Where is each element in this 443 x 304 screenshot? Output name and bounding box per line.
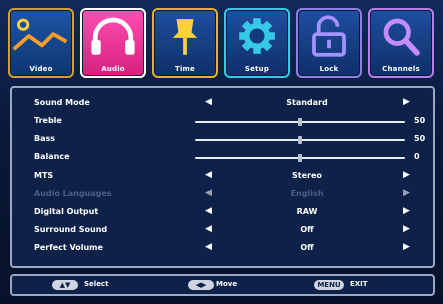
treble-slider[interactable] [195, 118, 405, 126]
video-curve-icon [12, 18, 68, 51]
balance-slider-knob[interactable] [298, 154, 302, 162]
setting-value: RAW [296, 207, 318, 216]
setting-value: Off [300, 243, 314, 252]
setting-value: 50 [414, 134, 426, 143]
setting-perfect-volume[interactable]: Perfect Volume ◀ Off ▶ [12, 240, 433, 258]
menu-key-icon: MENU [314, 280, 344, 290]
setting-balance[interactable]: Balance 0 [12, 149, 433, 167]
up-down-keys-icon: ▲▼ [52, 280, 78, 290]
setting-audio-languages: Audio Languages ◀ English ▶ [12, 186, 433, 204]
tab-audio-label: Audio [101, 65, 125, 73]
left-arrow-icon[interactable]: ◀ [205, 97, 212, 107]
tab-time[interactable]: Time [152, 8, 218, 78]
setting-label: Bass [34, 134, 56, 143]
right-arrow-icon[interactable]: ▶ [403, 97, 410, 107]
setting-label: Treble [34, 116, 62, 125]
menu-tab-bar: Video Audio Time Setup Lock Channels [8, 8, 436, 82]
setting-value: Off [300, 225, 314, 234]
bass-slider-knob[interactable] [298, 136, 302, 144]
exit-hint-label: EXIT [350, 280, 368, 288]
move-hint-label: Move [216, 280, 238, 288]
tab-lock-label: Lock [319, 65, 339, 73]
right-arrow-icon[interactable]: ▶ [403, 206, 410, 216]
select-hint: ▲▼ Select [52, 279, 132, 293]
balance-slider[interactable] [195, 154, 405, 162]
tab-time-label: Time [174, 65, 196, 73]
setting-label: Surround Sound [34, 225, 108, 234]
setting-value: Standard [286, 98, 328, 107]
setting-value: 50 [414, 116, 426, 125]
tab-channels[interactable]: Channels [368, 8, 434, 78]
headphones-icon [91, 17, 135, 55]
left-arrow-icon: ◀ [205, 188, 212, 198]
right-arrow-icon[interactable]: ▶ [403, 170, 410, 180]
tv-menu-screen: Video Audio Time Setup Lock Channels Sou… [0, 0, 443, 304]
tab-audio[interactable]: Audio [80, 8, 146, 78]
setting-mts[interactable]: MTS ◀ Stereo ▶ [12, 168, 433, 186]
setting-label: Perfect Volume [34, 243, 103, 252]
pin-icon [172, 19, 198, 55]
unlocked-padlock-icon [312, 15, 346, 57]
exit-hint: MENU EXIT [314, 279, 404, 293]
setting-value: English [290, 189, 324, 198]
audio-settings-panel: Sound Mode ◀ Standard ▶ Treble 50 Bass 5… [10, 86, 435, 268]
right-arrow-icon: ▶ [403, 188, 410, 198]
setting-digital-output[interactable]: Digital Output ◀ RAW ▶ [12, 204, 433, 222]
setting-treble[interactable]: Treble 50 [12, 113, 433, 131]
treble-slider-knob[interactable] [298, 118, 302, 126]
tab-setup-label: Setup [244, 65, 270, 73]
setting-value: 0 [414, 152, 420, 161]
setting-label: MTS [34, 171, 54, 180]
setting-label: Audio Languages [34, 189, 112, 198]
right-arrow-icon[interactable]: ▶ [403, 242, 410, 252]
gear-icon [239, 18, 275, 54]
setting-surround-sound[interactable]: Surround Sound ◀ Off ▶ [12, 222, 433, 240]
setting-label: Digital Output [34, 207, 99, 216]
setting-label: Balance [34, 152, 70, 161]
setting-value: Stereo [292, 171, 322, 180]
right-arrow-icon[interactable]: ▶ [403, 224, 410, 234]
footer-hints: ▲▼ Select ◀▶ Move MENU EXIT [10, 274, 435, 296]
left-arrow-icon[interactable]: ◀ [205, 224, 212, 234]
tab-video[interactable]: Video [8, 8, 74, 78]
tab-channels-label: Channels [382, 65, 420, 73]
left-arrow-icon[interactable]: ◀ [205, 170, 212, 180]
left-arrow-icon[interactable]: ◀ [205, 206, 212, 216]
move-hint: ◀▶ Move [188, 279, 268, 293]
setting-label: Sound Mode [34, 98, 90, 107]
left-arrow-icon[interactable]: ◀ [205, 242, 212, 252]
left-right-keys-icon: ◀▶ [188, 280, 214, 290]
setting-sound-mode[interactable]: Sound Mode ◀ Standard ▶ [12, 95, 433, 113]
tab-video-label: Video [29, 65, 53, 73]
magnifier-icon [383, 18, 420, 56]
setting-bass[interactable]: Bass 50 [12, 131, 433, 149]
bass-slider[interactable] [195, 136, 405, 144]
tab-setup[interactable]: Setup [224, 8, 290, 78]
tab-lock[interactable]: Lock [296, 8, 362, 78]
select-hint-label: Select [84, 280, 109, 288]
